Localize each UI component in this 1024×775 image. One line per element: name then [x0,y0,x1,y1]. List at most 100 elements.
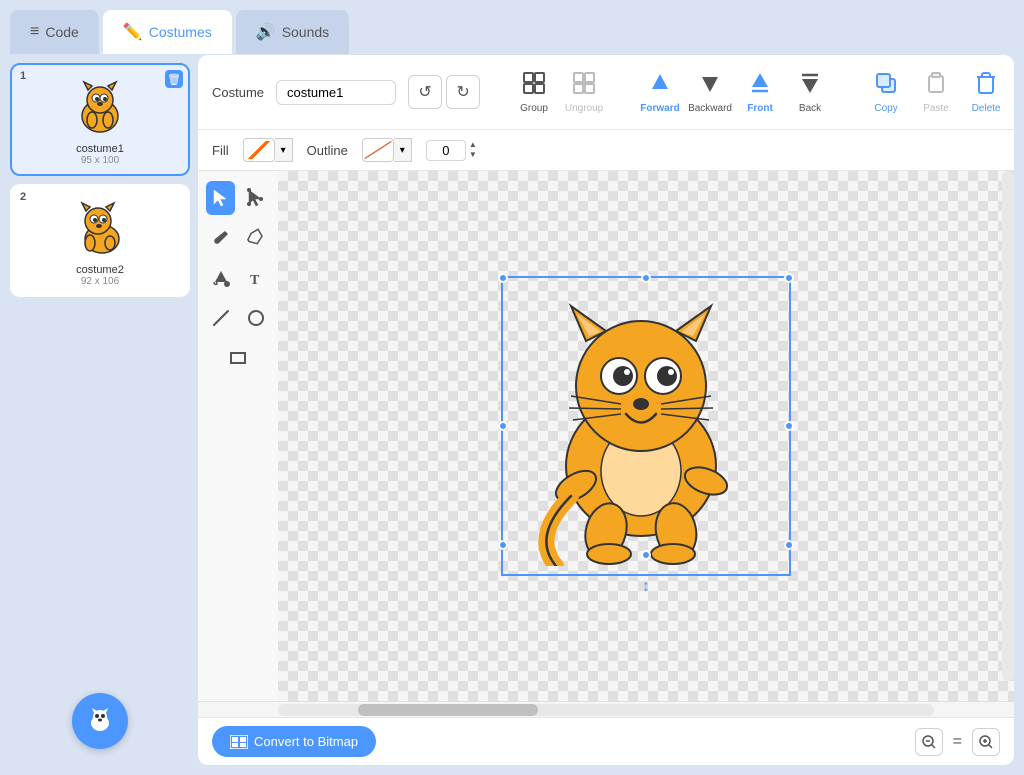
ungroup-icon [572,71,596,101]
costume-item-1[interactable]: 1 🗑 costume1 [10,63,190,176]
editor-area: Costume ↺ ↻ [198,55,1014,765]
tab-bar: ≡ Code ✏️ Costumes 🔊 Sounds [0,0,1024,55]
svg-text:T: T [250,273,260,288]
costumes-panel: 1 🗑 costume1 [10,55,190,765]
back-button[interactable]: Back [788,71,832,114]
costume-1-image [60,73,140,143]
costume-label: Costume [212,85,264,100]
circle-tool[interactable] [241,301,270,335]
canvas-container: T [198,171,1014,701]
copy-label: Copy [874,103,897,114]
canvas-inner: ↕ [278,171,1014,701]
zoom-in-button[interactable] [972,728,1000,756]
copy-button[interactable]: Copy [864,71,908,114]
redo-button[interactable]: ↻ [446,75,480,109]
costume-1-delete[interactable]: 🗑 [165,70,183,88]
delete-label: Delete [972,103,1001,114]
redo-icon: ↻ [456,82,469,102]
zoom-out-button[interactable] [915,728,943,756]
costumes-icon: ✏️ [123,22,143,42]
costume-1-size: 95 x 100 [81,155,119,166]
undo-icon: ↺ [418,82,431,102]
add-costume-button[interactable]: + [72,693,128,749]
bottom-bar: Convert to Bitmap = [198,717,1014,765]
undo-redo-group: ↺ ↻ [408,75,480,109]
tab-costumes[interactable]: ✏️ Costumes [103,10,232,54]
outline-label: Outline [307,143,348,158]
code-icon: ≡ [30,23,39,41]
tab-sounds-label: Sounds [282,24,329,40]
tab-sounds[interactable]: 🔊 Sounds [236,10,349,54]
outline-color-swatch[interactable] [362,138,394,162]
ungroup-label: Ungroup [565,103,603,114]
group-label: Group [520,103,548,114]
back-icon [798,71,822,101]
paste-label: Paste [923,103,949,114]
front-icon [748,71,772,101]
zoom-reset-button[interactable]: = [949,733,966,751]
handle-middle-right[interactable] [784,421,794,431]
layer-group: Forward Backward [638,71,832,114]
delete-button[interactable]: Delete [964,71,1008,114]
convert-bitmap-button[interactable]: Convert to Bitmap [212,726,376,757]
copy-icon [874,71,898,101]
main-layout: 1 🗑 costume1 [0,55,1024,775]
backward-button[interactable]: Backward [688,71,732,114]
tool-row-2 [206,221,270,255]
tools-panel: T [198,171,278,701]
ungroup-button[interactable]: Ungroup [562,71,606,114]
costume-1-name: costume1 [76,143,124,155]
horizontal-scrollbar-thumb[interactable] [358,704,538,716]
eraser-tool[interactable] [241,221,270,255]
forward-button[interactable]: Forward [638,71,682,114]
paste-button[interactable]: Paste [914,71,958,114]
delete-icon [974,71,998,101]
toolbar-row1: Costume ↺ ↻ [198,55,1014,130]
fill-color-swatch[interactable] [243,138,275,162]
drawing-canvas[interactable]: ↕ [278,171,1014,701]
outline-spinner[interactable]: ▲ ▼ [468,140,478,160]
handle-bottom-right[interactable] [784,540,794,550]
backward-icon [698,71,722,101]
sounds-icon: 🔊 [256,22,276,42]
fill-label: Fill [212,143,229,158]
vertical-scrollbar[interactable] [1002,171,1014,681]
line-tool[interactable] [206,301,235,335]
tool-row-4 [206,301,270,335]
tab-code[interactable]: ≡ Code [10,10,99,54]
outline-color-dropdown[interactable]: ▾ [394,138,412,162]
svg-text:+: + [108,708,113,717]
fill-color-dropdown[interactable]: ▾ [275,138,293,162]
backward-label: Backward [688,103,732,114]
forward-icon [648,71,672,101]
text-tool[interactable]: T [241,261,270,295]
zoom-controls: = [915,728,1000,756]
tool-row-3: T [206,261,270,295]
fill-tool[interactable] [206,261,235,295]
front-button[interactable]: Front [738,71,782,114]
paste-icon [924,71,948,101]
select-tool[interactable] [206,181,235,215]
horizontal-scrollbar-track[interactable] [278,704,934,716]
resize-arrow[interactable]: ↕ [642,578,650,596]
spin-down[interactable]: ▼ [468,150,478,160]
horizontal-scrollbar-container [198,701,1014,717]
costume-item-2[interactable]: 2 costume2 92 x 106 [10,184,190,297]
group-button[interactable]: Group [512,71,556,114]
undo-button[interactable]: ↺ [408,75,442,109]
rect-tool[interactable] [221,341,255,375]
sprite-container[interactable]: ↕ [501,276,791,596]
costume-2-number: 2 [20,191,26,203]
costume-name-input[interactable] [276,80,396,105]
spin-up[interactable]: ▲ [468,140,478,150]
costume-2-size: 92 x 106 [81,276,119,287]
outline-value-input[interactable] [426,140,466,161]
costume-1-number: 1 [20,70,26,82]
reshape-tool[interactable] [241,181,270,215]
brush-tool[interactable] [206,221,235,255]
group-icon [522,71,546,101]
arrange-group: Group Ungroup [512,71,606,114]
handle-top-right[interactable] [784,273,794,283]
fill-color-inner [245,141,273,159]
back-label: Back [799,103,821,114]
